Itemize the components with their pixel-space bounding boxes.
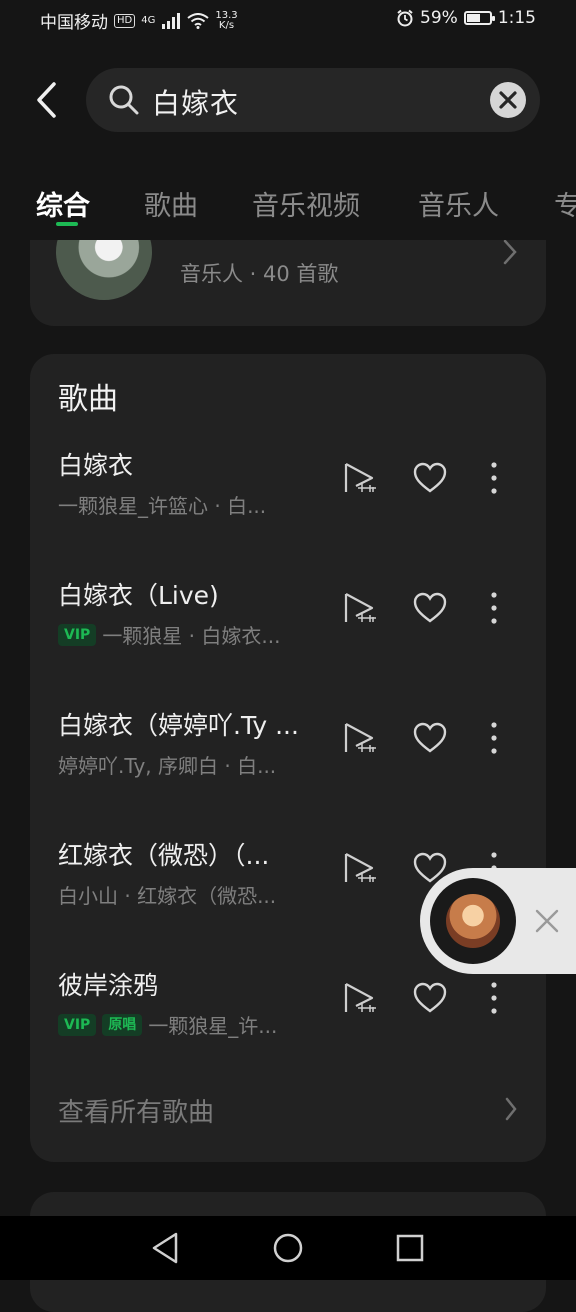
network-type: 4G xyxy=(141,15,156,26)
play-next-icon[interactable] xyxy=(342,590,378,626)
song-meta: VIP 一颗狼星 · 白嫁衣... xyxy=(58,620,280,649)
more-options-icon[interactable] xyxy=(482,720,506,756)
section-title: 歌曲 xyxy=(58,382,118,417)
song-meta: 一颗狼星_许篮心 · 白... xyxy=(58,490,266,519)
system-nav-bar xyxy=(0,1216,576,1280)
battery-level xyxy=(466,14,480,22)
song-title: 彼岸涂鸦 xyxy=(58,971,159,1000)
play-next-icon[interactable] xyxy=(342,980,378,1016)
song-title: 白嫁衣（婷婷吖.Ty ... xyxy=(58,711,299,740)
nav-back-icon[interactable] xyxy=(146,1230,186,1266)
clear-search-button[interactable] xyxy=(490,82,526,118)
tab-albums[interactable]: 专 xyxy=(554,184,576,223)
search-input[interactable]: 白嫁衣 xyxy=(86,68,540,132)
battery-percent: 59% xyxy=(420,8,458,28)
heart-icon[interactable] xyxy=(412,460,448,496)
tab-songs[interactable]: 歌曲 xyxy=(144,184,198,223)
close-icon[interactable] xyxy=(534,908,560,934)
now-playing-disc[interactable] xyxy=(430,878,516,964)
song-meta: 白小山 · 红嫁衣（微恐... xyxy=(58,880,276,909)
more-options-icon[interactable] xyxy=(482,590,506,626)
chevron-right-icon xyxy=(505,1097,517,1121)
hd-badge: HD xyxy=(114,13,136,28)
floating-mini-player[interactable] xyxy=(420,868,576,974)
song-artist-album: 一颗狼星_许篮心 · 白... xyxy=(58,494,267,518)
heart-icon[interactable] xyxy=(412,720,448,756)
heart-icon[interactable] xyxy=(412,980,448,1016)
song-title: 白嫁衣（Live) xyxy=(58,581,219,610)
clock: 1:15 xyxy=(497,8,536,28)
album-art xyxy=(446,894,500,948)
signal-icon xyxy=(162,12,181,29)
play-next-icon[interactable] xyxy=(342,850,378,886)
song-row[interactable]: 白嫁衣 一颗狼星_许篮心 · 白... xyxy=(30,446,546,556)
song-title: 白嫁衣 xyxy=(58,451,134,480)
chevron-right-icon xyxy=(503,239,517,265)
close-icon xyxy=(499,91,517,109)
alarm-icon xyxy=(397,9,413,27)
song-artist-album: 婷婷吖.Ty, 序卿白 · 白... xyxy=(58,754,277,778)
back-button[interactable] xyxy=(28,78,68,122)
back-arrow-icon xyxy=(37,82,56,118)
play-next-icon[interactable] xyxy=(342,460,378,496)
song-row[interactable]: 白嫁衣（婷婷吖.Ty ... 婷婷吖.Ty, 序卿白 · 白... xyxy=(30,706,546,816)
play-next-icon[interactable] xyxy=(342,720,378,756)
vip-badge: VIP xyxy=(58,1013,97,1036)
heart-icon[interactable] xyxy=(412,590,448,626)
songs-section: 歌曲 白嫁衣 一颗狼星_许篮心 · 白... 白嫁衣（Live) VIP 一颗狼… xyxy=(30,354,546,1162)
song-artist-album: 一颗狼星_许... xyxy=(148,1014,278,1038)
vip-badge: VIP xyxy=(58,623,97,646)
song-meta: 婷婷吖.Ty, 序卿白 · 白... xyxy=(58,750,276,779)
song-title: 红嫁衣（微恐）（... xyxy=(58,841,270,870)
search-icon xyxy=(109,85,139,115)
battery-icon xyxy=(463,11,495,25)
tab-all[interactable]: 综合 xyxy=(36,184,90,223)
nav-recents-icon[interactable] xyxy=(390,1230,430,1266)
song-artist-album: 白小山 · 红嫁衣（微恐... xyxy=(58,884,277,908)
nav-home-icon[interactable] xyxy=(268,1230,308,1266)
song-meta: VIP 原唱 一颗狼星_许... xyxy=(58,1010,277,1039)
tab-active-indicator xyxy=(56,222,78,226)
result-tabs: 综合 歌曲 音乐视频 音乐人 专 xyxy=(0,180,576,240)
search-query: 白嫁衣 xyxy=(152,87,240,120)
see-all-songs-link[interactable]: 查看所有歌曲 xyxy=(58,1092,214,1129)
artist-subtitle: 音乐人 · 40 首歌 xyxy=(180,262,339,286)
tab-music-videos[interactable]: 音乐视频 xyxy=(252,184,360,223)
status-bar: 中国移动 HD 4G 13.3 K/s 59% 1:15 xyxy=(0,0,576,40)
song-row[interactable]: 白嫁衣（Live) VIP 一颗狼星 · 白嫁衣... xyxy=(30,576,546,686)
net-speed: 13.3 K/s xyxy=(215,9,238,31)
original-badge: 原唱 xyxy=(102,1013,143,1036)
song-row[interactable]: 彼岸涂鸦 VIP 原唱 一颗狼星_许... xyxy=(30,966,546,1076)
more-options-icon[interactable] xyxy=(482,460,506,496)
carrier-name: 中国移动 xyxy=(40,13,108,33)
song-artist-album: 一颗狼星 · 白嫁衣... xyxy=(102,624,281,648)
search-header: 白嫁衣 xyxy=(0,60,576,140)
more-options-icon[interactable] xyxy=(482,980,506,1016)
tab-artists[interactable]: 音乐人 xyxy=(418,184,499,223)
wifi-icon xyxy=(187,12,209,29)
